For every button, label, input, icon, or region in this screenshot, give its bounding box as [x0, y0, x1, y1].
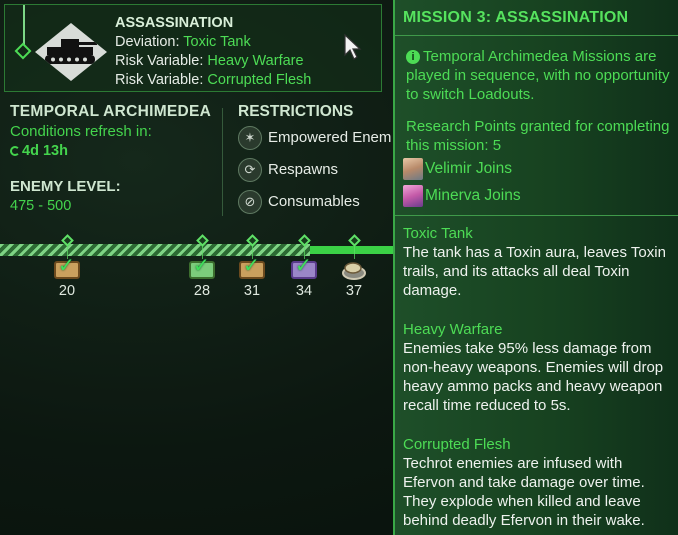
modifier-section: Heavy Warfare Enemies take 95% less dama…: [403, 320, 675, 415]
mission-card[interactable]: ASSASSINATION Deviation: Toxic Tank Risk…: [4, 4, 382, 92]
risk-variable-value: Corrupted Flesh: [207, 72, 312, 88]
mission-card-text: ASSASSINATION Deviation: Toxic Tank Risk…: [115, 14, 311, 90]
consumables-icon: ⊘: [238, 190, 262, 214]
milestone-value: 31: [243, 283, 261, 299]
milestone-reward[interactable]: ✓ 28: [180, 234, 224, 299]
modifier-description: Enemies take 95% less damage from non-he…: [403, 340, 664, 414]
reward-chest-icon: ✓: [187, 255, 217, 281]
milestone-value: 37: [345, 283, 363, 299]
reward-bundle-icon: [339, 259, 369, 281]
mission-tooltip: MISSION 3: ASSASSINATION i Temporal Archi…: [393, 0, 678, 535]
cursor-icon: [344, 33, 362, 60]
join-item: Minerva Joins: [403, 185, 521, 207]
card-gem-icon: [14, 42, 32, 60]
restriction-item[interactable]: ⟳ Respawns: [238, 158, 338, 182]
milestone-value: 28: [193, 283, 211, 299]
restrictions-title: RESTRICTIONS: [238, 103, 354, 120]
tank-icon: [35, 23, 107, 81]
modifier-name: Toxic Tank: [403, 225, 473, 242]
refresh-timer: 4d 13h: [10, 143, 68, 159]
milestone-value: 34: [295, 283, 313, 299]
risk-variable-label: Risk Variable:: [115, 72, 204, 88]
reward-chest-icon: ✓: [52, 255, 82, 281]
mission-title: ASSASSINATION: [115, 15, 234, 31]
modifier-section: Corrupted Flesh Techrot enemies are infu…: [403, 435, 675, 530]
respawns-icon: ⟳: [238, 158, 262, 182]
info-icon: i: [406, 50, 420, 64]
velimir-avatar: [403, 158, 423, 180]
restriction-label: Respawns: [268, 160, 339, 178]
restriction-label: Empowered Enem: [268, 128, 392, 146]
conditions-refresh-label: Conditions refresh in:: [10, 123, 152, 140]
tooltip-note-text: Temporal Archimedea Missions are played …: [406, 48, 670, 103]
deviation-value: Toxic Tank: [183, 34, 251, 50]
restriction-item[interactable]: ⊘ Consumables: [238, 190, 360, 214]
tooltip-separator: [395, 215, 678, 216]
checkmark-icon: ✓: [295, 255, 312, 277]
modifier-description: Techrot enemies are infused with Efervon…: [403, 455, 645, 529]
reward-chest-icon: ✓: [237, 255, 267, 281]
tooltip-note: i Temporal Archimedea Missions are played…: [406, 47, 678, 104]
timer-icon: [10, 146, 20, 156]
risk-variable-value: Heavy Warfare: [207, 53, 304, 69]
modifier-name: Heavy Warfare: [403, 321, 503, 338]
checkmark-icon: ✓: [243, 255, 260, 277]
deviation-label: Deviation:: [115, 34, 180, 50]
modifier-section: Toxic Tank The tank has a Toxin aura, le…: [403, 224, 675, 300]
enemy-level-range: 475 - 500: [10, 198, 72, 214]
reward-chest-icon: ✓: [289, 255, 319, 281]
tooltip-title: MISSION 3: ASSASSINATION: [403, 9, 629, 26]
card-connector: [23, 5, 25, 45]
research-points-text: Research Points granted for completing t…: [406, 118, 670, 154]
modifier-name: Corrupted Flesh: [403, 436, 511, 453]
join-label: Velimir Joins: [425, 160, 512, 178]
risk-variable-label: Risk Variable:: [115, 53, 204, 69]
milestone-reward[interactable]: 37: [332, 234, 376, 299]
join-item: Velimir Joins: [403, 158, 512, 180]
restriction-item[interactable]: ✶ Empowered Enem: [238, 126, 391, 150]
minerva-avatar: [403, 185, 423, 207]
milestone-value: 20: [58, 283, 76, 299]
checkmark-icon: ✓: [58, 255, 75, 277]
milestone-reward[interactable]: ✓ 31: [230, 234, 274, 299]
tooltip-separator: [395, 35, 678, 36]
refresh-timer-value: 4d 13h: [22, 143, 68, 159]
restriction-label: Consumables: [268, 192, 360, 210]
join-label: Minerva Joins: [425, 187, 521, 205]
empowered-enemies-icon: ✶: [238, 126, 262, 150]
archimedea-title: TEMPORAL ARCHIMEDEA: [10, 103, 212, 120]
milestone-reward[interactable]: ✓ 34: [282, 234, 326, 299]
divider: [222, 108, 223, 216]
milestone-reward[interactable]: ✓ 20: [45, 234, 89, 299]
checkmark-icon: ✓: [193, 255, 210, 277]
modifier-description: The tank has a Toxin aura, leaves Toxin …: [403, 244, 666, 299]
enemy-level-title: ENEMY LEVEL:: [10, 178, 121, 195]
